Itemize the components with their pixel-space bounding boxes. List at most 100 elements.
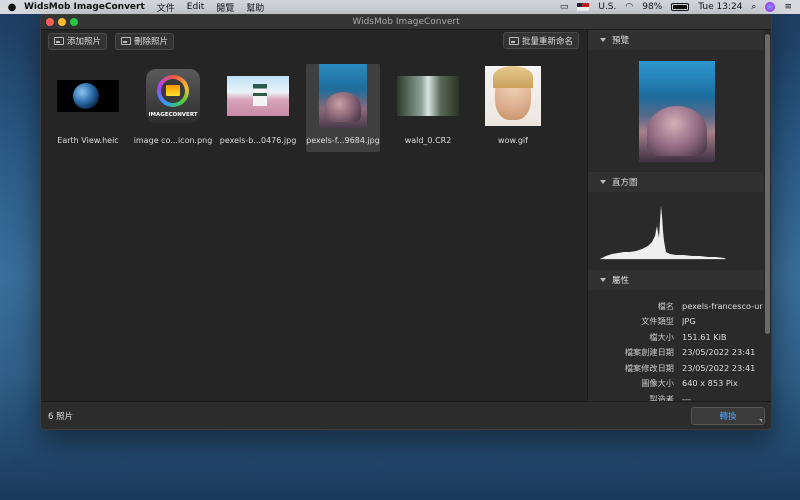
- forest-image: [397, 76, 459, 116]
- minimize-button[interactable]: [58, 18, 66, 26]
- add-photo-icon: [54, 37, 64, 45]
- property-row: 檔名 pexels-francesco-ur: [588, 298, 765, 314]
- thumbnail-caption: pexels-f...9684.jpg: [306, 136, 380, 145]
- histogram: [588, 192, 765, 270]
- face-image: [485, 66, 541, 126]
- close-button[interactable]: [46, 18, 54, 26]
- airplay-icon[interactable]: ▭: [560, 2, 569, 12]
- rename-icon: [508, 36, 519, 45]
- property-value: 640 x 853 Pix: [682, 378, 738, 389]
- thumbnail-item-selected[interactable]: pexels-f...9684.jpg: [306, 64, 380, 152]
- properties-label: 屬性: [612, 276, 630, 286]
- disclosure-triangle-icon: [600, 278, 606, 282]
- menu-edit[interactable]: Edit: [187, 2, 204, 12]
- thumbnail-caption: wald_0.CR2: [404, 136, 452, 145]
- title-bar: WidsMob ImageConvert: [41, 15, 771, 30]
- property-value: 151.61 KiB: [682, 331, 727, 342]
- app-icon-text: IMAGECONVERT: [148, 112, 198, 118]
- window-controls: [41, 18, 78, 26]
- info-panel: 預覽 直方圖 屬性 檔名 pexels-francesco-ur 文件類型 JPG …: [587, 30, 765, 404]
- menubar-status-area: ▭ U.S. ◠ 98% Tue 13:24 ⌕ ≡: [560, 2, 800, 12]
- preview-label: 預覽: [612, 36, 630, 46]
- preview-image: [638, 60, 715, 162]
- thumbnail-grid: Earth View.heic IMAGECONVERT image co...…: [51, 64, 550, 152]
- property-value: pexels-francesco-ur: [682, 300, 763, 311]
- disclosure-triangle-icon: [600, 38, 606, 42]
- delete-photos-label: 刪除照片: [134, 37, 169, 47]
- window-title: WidsMob ImageConvert: [352, 17, 460, 27]
- histogram-section-header[interactable]: 直方圖: [588, 172, 765, 192]
- property-key: 檔案創建日期: [624, 347, 674, 358]
- photo-count: 6 照片: [48, 411, 74, 422]
- photo-browser: 添加照片 刪除照片 批量重新命名 Earth View.heic IMAGECO…: [41, 30, 587, 402]
- app-icon-image: IMAGECONVERT: [146, 69, 200, 123]
- property-row: 文件類型 JPG: [588, 314, 765, 330]
- property-value: 23/05/2022 23:41: [682, 362, 756, 373]
- add-photos-label: 添加照片: [67, 37, 102, 47]
- thumbnail-image-box: [221, 64, 295, 128]
- toolbar: 添加照片 刪除照片 批量重新命名: [41, 30, 587, 52]
- castle-image: [227, 76, 289, 116]
- info-panel-scrollbar[interactable]: [763, 30, 771, 402]
- thumbnail-caption: image co...icon.png: [133, 136, 213, 145]
- batch-rename-label: 批量重新命名: [521, 36, 573, 47]
- thumbnail-item[interactable]: wow.gif: [476, 64, 550, 152]
- wifi-icon[interactable]: ◠: [625, 2, 633, 12]
- siri-icon[interactable]: [765, 2, 776, 12]
- property-row: 檔案創建日期 23/05/2022 23:41: [588, 345, 765, 361]
- property-row: 檔案修改日期 23/05/2022 23:41: [588, 360, 765, 376]
- property-value: JPG: [682, 316, 696, 327]
- app-menu[interactable]: WidsMob ImageConvert: [24, 2, 145, 12]
- input-source-label[interactable]: U.S.: [598, 2, 616, 12]
- property-row: 圖像大小 640 x 853 Pix: [588, 376, 765, 392]
- properties-list: 檔名 pexels-francesco-ur 文件類型 JPG 檔大小 151.61 …: [588, 290, 765, 407]
- menu-file[interactable]: 文件: [157, 1, 175, 14]
- scrollbar-knob[interactable]: [765, 34, 770, 334]
- thumbnail-image-box: IMAGECONVERT: [136, 64, 210, 128]
- earth-image: [57, 80, 119, 112]
- preview-section-header[interactable]: 預覽: [588, 30, 765, 50]
- control-center-icon[interactable]: ≡: [784, 2, 792, 12]
- thumbnail-item[interactable]: wald_0.CR2: [391, 64, 465, 152]
- spotlight-search-icon[interactable]: ⌕: [751, 2, 756, 12]
- thumbnail-image-box: [51, 64, 125, 128]
- thumbnail-item[interactable]: IMAGECONVERT image co...icon.png: [133, 64, 213, 152]
- thumbnail-item[interactable]: pexels-b...0476.jpg: [220, 64, 296, 152]
- thumbnail-image-box: [306, 64, 380, 128]
- status-bar: 6 照片 轉換: [41, 401, 771, 429]
- property-row: 檔大小 151.61 KiB: [588, 329, 765, 345]
- thumbnail-caption: wow.gif: [498, 136, 528, 145]
- disclosure-triangle-icon: [600, 180, 606, 184]
- coral-image: [319, 64, 367, 128]
- property-value: 23/05/2022 23:41: [682, 347, 756, 358]
- thumbnail-caption: Earth View.heic: [57, 136, 119, 145]
- thumbnail-image-box: [476, 64, 550, 128]
- property-key: 檔大小: [649, 331, 674, 342]
- clock[interactable]: Tue 13:24: [698, 2, 742, 12]
- app-icon-picture: [166, 85, 180, 96]
- apple-menu-icon[interactable]: ●: [0, 2, 24, 13]
- menu-help[interactable]: 幫助: [246, 1, 264, 14]
- delete-photos-button[interactable]: 刪除照片: [115, 32, 175, 50]
- app-window: WidsMob ImageConvert 添加照片 刪除照片 批量重新命名 Ea…: [40, 14, 772, 430]
- flag-icon[interactable]: [577, 3, 590, 11]
- thumbnail-image-box: [391, 64, 465, 128]
- property-key: 檔案修改日期: [624, 362, 674, 373]
- zoom-button[interactable]: [70, 18, 78, 26]
- histogram-label: 直方圖: [612, 178, 638, 188]
- add-photos-button[interactable]: 添加照片: [48, 32, 108, 50]
- preview-area: [588, 50, 765, 172]
- menu-view[interactable]: 閱覽: [216, 1, 234, 14]
- battery-icon[interactable]: [671, 3, 690, 11]
- properties-section-header[interactable]: 屬性: [588, 270, 765, 290]
- thumbnail-item[interactable]: Earth View.heic: [51, 64, 125, 152]
- property-key: 檔名: [657, 300, 674, 311]
- batch-rename-button[interactable]: 批量重新命名: [502, 32, 579, 49]
- property-key: 圖像大小: [641, 378, 674, 389]
- histogram-graph: [600, 206, 726, 260]
- histogram-shape: [600, 206, 726, 259]
- battery-percent[interactable]: 98%: [642, 2, 662, 12]
- convert-button[interactable]: 轉換: [691, 407, 765, 425]
- menu-bar: ● WidsMob ImageConvert 文件 Edit 閱覽 幫助 ▭ U…: [0, 0, 800, 14]
- delete-photo-icon: [121, 37, 132, 45]
